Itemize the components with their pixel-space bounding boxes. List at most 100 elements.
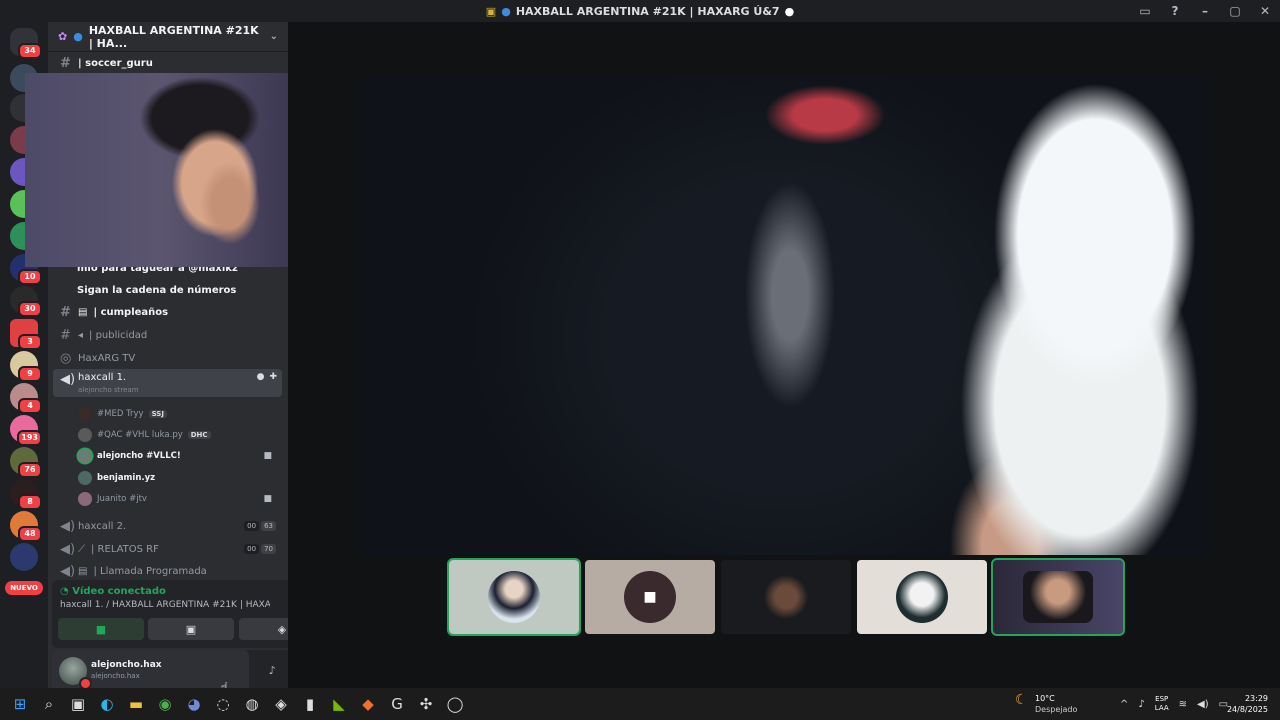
invite-icon[interactable]: ✚ xyxy=(269,372,277,382)
windows-start-icon[interactable]: ⊞ xyxy=(10,695,30,713)
server-icon[interactable]: 193 xyxy=(10,415,42,446)
volume-icon[interactable]: ◀) xyxy=(1197,699,1209,710)
avatar xyxy=(78,428,92,442)
app-g-icon[interactable]: G xyxy=(387,695,407,713)
system-tray: ^ ♪ ESP LAA ≋ ◀) ▭ xyxy=(1120,688,1228,720)
voice-channel-llamada[interactable]: ◀) ▤ | Llamada Programada xyxy=(53,561,282,581)
chat-icon[interactable]: ● xyxy=(257,372,265,382)
server-badge: 4 xyxy=(18,398,42,414)
clock[interactable]: 23:29 24/8/2025 xyxy=(1227,693,1268,715)
server-badge: 9 xyxy=(18,366,42,382)
server-header[interactable]: ✿ ● HAXBALL ARGENTINA #21K | HA... ⌄ xyxy=(48,22,288,52)
member-tag: SSJ xyxy=(148,410,167,418)
maximize-button[interactable]: ▢ xyxy=(1220,4,1250,18)
wifi-icon[interactable]: ≋ xyxy=(1179,699,1187,710)
channel-publicidad[interactable]: # ◂ | publicidad xyxy=(53,325,282,345)
participant-strip: ■ xyxy=(447,558,1125,636)
voice-location[interactable]: haxcall 1. / HAXBALL ARGENTINA #21K | HA… xyxy=(60,600,270,610)
server-icon[interactable]: 9 xyxy=(10,351,42,382)
channel-soccer-guru[interactable]: # | soccer_guru xyxy=(53,53,282,73)
clock-date: 24/8/2025 xyxy=(1226,705,1268,714)
user-tag: alejoncho.hax xyxy=(91,672,140,680)
help-icon[interactable]: ? xyxy=(1160,4,1190,18)
participant-tile[interactable] xyxy=(721,560,851,634)
minimize-button[interactable]: – xyxy=(1190,4,1220,18)
camera-icon: ■ xyxy=(263,494,272,504)
inbox-icon[interactable]: ▭ xyxy=(1130,4,1160,18)
voice-member[interactable]: benjamin.yz xyxy=(78,469,278,487)
channel-label: | RELATOS RF xyxy=(91,543,159,555)
window-title: HAXBALL ARGENTINA #21K | HAXARG Ú&7 xyxy=(515,4,780,18)
chevron-up-icon[interactable]: ^ xyxy=(1120,699,1128,710)
participant-tile[interactable] xyxy=(447,558,581,636)
close-button[interactable]: ✕ xyxy=(1250,4,1280,18)
voice-member[interactable]: #MED Tryy SSJ xyxy=(78,405,278,423)
voice-status: ◔ Vídeo conectado xyxy=(60,586,166,597)
task-view-icon[interactable]: ▣ xyxy=(68,695,88,713)
steam-icon[interactable]: ◈ xyxy=(271,695,291,713)
davinci-icon[interactable]: ✣ xyxy=(416,695,436,713)
new-badge[interactable]: NUEVO xyxy=(5,581,43,595)
app-icon[interactable]: ◌ xyxy=(213,695,233,713)
obs-icon[interactable]: ◍ xyxy=(242,695,262,713)
server-boost-icon: ✿ xyxy=(58,30,68,43)
avatar xyxy=(488,571,540,623)
server-icon[interactable]: 30 xyxy=(10,286,42,317)
voice-member[interactable]: Juanito #jtv ■ xyxy=(78,490,278,508)
participant-tile[interactable] xyxy=(857,560,987,634)
server-icon[interactable]: 48 xyxy=(10,511,42,542)
voice-channel-relatos[interactable]: ◀) ⟋ | RELATOS RF 00 70 xyxy=(53,539,282,559)
server-icon[interactable] xyxy=(10,543,38,571)
share-screen-button[interactable]: ▣ xyxy=(148,618,234,640)
member-name: benjamin.yz xyxy=(97,473,156,483)
weather-temp: 10°C xyxy=(1035,694,1055,703)
server-icon[interactable]: 76 xyxy=(10,447,42,478)
camera-button[interactable]: ■ xyxy=(58,618,144,640)
hash-icon: # xyxy=(60,55,71,71)
channel-haxarg-tv[interactable]: ◎ HaxARG TV xyxy=(53,348,282,368)
participant-tile[interactable]: ■ xyxy=(585,560,715,634)
voice-channel-haxcall1[interactable]: ◀) haxcall 1. alejoncho stream ● ✚ xyxy=(53,369,282,397)
moon-weather-icon: ☾ xyxy=(1015,692,1028,708)
voice-member[interactable]: alejoncho #VLLC! ■ xyxy=(78,447,278,465)
hash-icon: # xyxy=(60,304,71,320)
app-orange-icon[interactable]: ◆ xyxy=(358,695,378,713)
participant-tile[interactable] xyxy=(991,558,1125,636)
discord-icon[interactable]: ◕ xyxy=(184,695,204,713)
camera-icon: ■ xyxy=(263,451,272,461)
speaker-icon: ◀) xyxy=(60,541,76,557)
server-icon[interactable]: 4 xyxy=(10,383,42,414)
voice-member[interactable]: #QAC #VHL luka.py DHC xyxy=(78,426,278,444)
channel-label: | Llamada Programada xyxy=(93,565,207,577)
server-icon[interactable]: 3 xyxy=(10,319,42,350)
avatar xyxy=(78,449,92,463)
search-icon[interactable]: ⌕ xyxy=(39,695,59,713)
thread-sigan[interactable]: Sigan la cadena de números xyxy=(53,280,282,300)
edge-icon[interactable]: ◐ xyxy=(97,695,117,713)
username: alejoncho.hax xyxy=(91,660,162,670)
avatar xyxy=(760,571,812,623)
channel-label: haxcall 1. xyxy=(78,372,127,383)
file-explorer-icon[interactable]: ▬ xyxy=(126,695,146,713)
dm-badge: 34 xyxy=(18,43,42,59)
user-count: 00 xyxy=(244,544,260,554)
speaker-icon: ◀) xyxy=(60,372,76,387)
channel-cumpleanos[interactable]: # ▤ | cumpleaños xyxy=(53,302,282,322)
microphone-icon[interactable]: ♪ xyxy=(269,664,276,677)
language-indicator[interactable]: ESP LAA xyxy=(1155,695,1169,713)
server-badge: 3 xyxy=(18,334,42,350)
voice-channel-haxcall2[interactable]: ◀) haxcall 2. 00 63 xyxy=(53,516,282,536)
avatar xyxy=(78,471,92,485)
microphone-tray-icon[interactable]: ♪ xyxy=(1138,699,1144,710)
epic-games-icon[interactable]: ▮ xyxy=(300,695,320,713)
server-icon[interactable]: 8 xyxy=(10,479,42,510)
channel-label: | soccer_guru xyxy=(78,57,153,69)
channel-label: | cumpleaños xyxy=(93,306,169,318)
app-circle-icon[interactable]: ◯ xyxy=(445,695,465,713)
member-name: #MED Tryy xyxy=(97,409,144,419)
direct-messages-button[interactable]: 34 xyxy=(10,28,42,59)
chrome-icon[interactable]: ◉ xyxy=(155,695,175,713)
nvidia-icon[interactable]: ◣ xyxy=(329,695,349,713)
focused-video-stream[interactable] xyxy=(360,75,1210,555)
window-titlebar: ▣ ● HAXBALL ARGENTINA #21K | HAXARG Ú&7 … xyxy=(0,0,1280,22)
